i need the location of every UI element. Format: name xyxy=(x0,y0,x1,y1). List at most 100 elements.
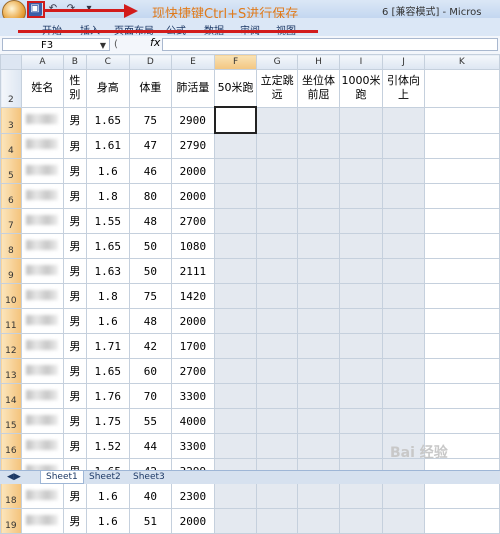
empty-cell[interactable] xyxy=(423,383,500,409)
empty-cell[interactable] xyxy=(255,258,299,284)
name-cell[interactable] xyxy=(20,483,65,509)
empty-cell[interactable] xyxy=(423,508,500,534)
cancel-icon[interactable]: ( xyxy=(114,39,118,50)
empty-cell[interactable] xyxy=(255,283,299,309)
name-cell[interactable] xyxy=(20,132,65,159)
height-cell[interactable]: 1.75 xyxy=(85,408,131,434)
empty-cell[interactable] xyxy=(214,183,257,209)
sheet-tab-1[interactable]: Sheet1 xyxy=(40,471,84,484)
height-cell[interactable]: 1.76 xyxy=(85,383,131,409)
empty-cell[interactable] xyxy=(297,408,340,434)
height-cell[interactable]: 1.65 xyxy=(85,233,131,259)
weight-cell[interactable]: 55 xyxy=(129,408,172,434)
empty-cell[interactable] xyxy=(255,358,299,384)
header-cell-jump[interactable]: 立定跳远 xyxy=(255,69,299,108)
empty-cell[interactable] xyxy=(255,158,299,184)
header-cell-sit-reach[interactable]: 坐位体前屈 xyxy=(297,69,340,108)
gender-cell[interactable]: 男 xyxy=(63,283,87,309)
lung-cell[interactable]: 2700 xyxy=(170,208,216,234)
name-cell[interactable] xyxy=(20,208,65,234)
height-cell[interactable]: 1.65 xyxy=(85,106,131,134)
column-header-k[interactable]: K xyxy=(423,54,500,70)
name-cell[interactable] xyxy=(20,308,65,334)
weight-cell[interactable]: 70 xyxy=(129,383,172,409)
empty-cell[interactable] xyxy=(297,433,340,459)
empty-cell[interactable] xyxy=(214,433,257,459)
empty-cell[interactable] xyxy=(214,358,257,384)
lung-cell[interactable]: 2111 xyxy=(170,258,216,284)
empty-cell[interactable] xyxy=(338,333,384,359)
height-cell[interactable]: 1.55 xyxy=(85,208,131,234)
lung-cell[interactable]: 1420 xyxy=(170,283,216,309)
height-cell[interactable]: 1.6 xyxy=(85,308,131,334)
header-cell-weight[interactable]: 体重 xyxy=(129,69,172,108)
empty-cell[interactable] xyxy=(423,258,500,284)
sheet-tab-3[interactable]: Sheet3 xyxy=(128,471,170,483)
empty-cell[interactable] xyxy=(338,208,384,234)
row-header[interactable]: 8 xyxy=(0,233,22,259)
empty-cell[interactable] xyxy=(338,158,384,184)
empty-cell[interactable] xyxy=(255,408,299,434)
empty-cell[interactable] xyxy=(382,132,425,159)
empty-cell[interactable] xyxy=(382,258,425,284)
empty-cell[interactable] xyxy=(297,483,340,509)
weight-cell[interactable]: 48 xyxy=(129,308,172,334)
empty-cell[interactable] xyxy=(382,508,425,534)
name-cell[interactable] xyxy=(20,433,65,459)
empty-cell[interactable] xyxy=(382,383,425,409)
row-header[interactable]: 4 xyxy=(0,132,22,159)
gender-cell[interactable]: 男 xyxy=(63,233,87,259)
empty-cell[interactable] xyxy=(338,433,384,459)
empty-cell[interactable] xyxy=(423,106,500,134)
gender-cell[interactable]: 男 xyxy=(63,308,87,334)
empty-cell[interactable] xyxy=(423,333,500,359)
row-header[interactable]: 5 xyxy=(0,158,22,184)
gender-cell[interactable]: 男 xyxy=(63,383,87,409)
name-cell[interactable] xyxy=(20,383,65,409)
gender-cell[interactable]: 男 xyxy=(63,208,87,234)
empty-cell[interactable] xyxy=(297,258,340,284)
empty-cell[interactable] xyxy=(214,483,257,509)
header-cell-height[interactable]: 身高 xyxy=(85,69,131,108)
lung-cell[interactable]: 2000 xyxy=(170,183,216,209)
weight-cell[interactable]: 47 xyxy=(129,132,172,159)
column-header-e[interactable]: E xyxy=(170,54,216,70)
name-cell[interactable] xyxy=(20,358,65,384)
empty-cell[interactable] xyxy=(297,358,340,384)
lung-cell[interactable]: 3300 xyxy=(170,433,216,459)
empty-cell[interactable] xyxy=(423,69,500,108)
row-header[interactable]: 16 xyxy=(0,433,22,459)
empty-cell[interactable] xyxy=(423,132,500,159)
header-cell-50m[interactable]: 50米跑 xyxy=(214,69,257,108)
column-header-h[interactable]: H xyxy=(297,54,340,70)
empty-cell[interactable] xyxy=(338,106,384,134)
name-cell[interactable] xyxy=(20,508,65,534)
empty-cell[interactable] xyxy=(382,408,425,434)
height-cell[interactable]: 1.52 xyxy=(85,433,131,459)
name-cell[interactable] xyxy=(20,158,65,184)
empty-cell[interactable] xyxy=(214,383,257,409)
lung-cell[interactable]: 3300 xyxy=(170,383,216,409)
name-cell[interactable] xyxy=(20,106,65,134)
weight-cell[interactable]: 42 xyxy=(129,333,172,359)
empty-cell[interactable] xyxy=(338,258,384,284)
formula-input[interactable] xyxy=(162,38,498,51)
empty-cell[interactable] xyxy=(423,208,500,234)
height-cell[interactable]: 1.8 xyxy=(85,283,131,309)
empty-cell[interactable] xyxy=(382,358,425,384)
empty-cell[interactable] xyxy=(297,308,340,334)
header-cell-name[interactable]: 姓名 xyxy=(20,69,65,108)
empty-cell[interactable] xyxy=(255,233,299,259)
weight-cell[interactable]: 48 xyxy=(129,208,172,234)
empty-cell[interactable] xyxy=(423,183,500,209)
height-cell[interactable]: 1.71 xyxy=(85,333,131,359)
empty-cell[interactable] xyxy=(338,283,384,309)
empty-cell[interactable] xyxy=(255,208,299,234)
name-cell[interactable] xyxy=(20,233,65,259)
row-header[interactable]: 2 xyxy=(0,69,22,108)
row-header[interactable]: 13 xyxy=(0,358,22,384)
empty-cell[interactable] xyxy=(255,132,299,159)
active-cell[interactable] xyxy=(213,106,258,134)
empty-cell[interactable] xyxy=(297,208,340,234)
empty-cell[interactable] xyxy=(255,308,299,334)
